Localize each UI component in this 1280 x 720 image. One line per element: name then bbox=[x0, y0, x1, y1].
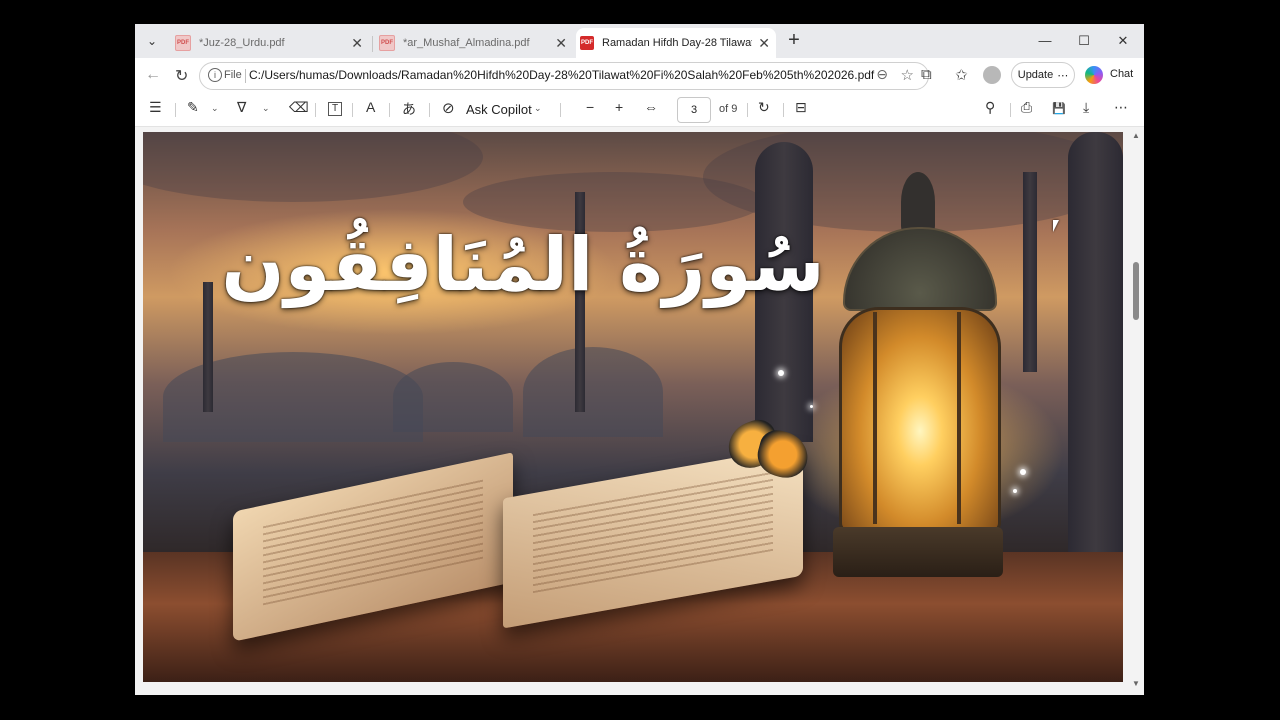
toolbar-divider bbox=[1010, 103, 1011, 117]
maximize-button[interactable]: ☐ bbox=[1069, 30, 1099, 52]
more-icon: ⋯ bbox=[1057, 69, 1069, 82]
sparkle bbox=[810, 405, 813, 408]
scroll-down-arrow-icon[interactable]: ▼ bbox=[1132, 679, 1140, 688]
toolbar-divider bbox=[389, 103, 390, 117]
zoom-icon[interactable]: ⊖ bbox=[876, 66, 888, 83]
refresh-icon[interactable]: ↻ bbox=[175, 66, 188, 86]
page-text-lines bbox=[263, 478, 483, 606]
cloud-shape bbox=[143, 132, 483, 202]
page-number-input[interactable]: 3 bbox=[677, 97, 711, 123]
tab-title: *ar_Mushaf_Almadina.pdf bbox=[403, 37, 530, 49]
browser-window: ⌄ PDF *Juz-28_Urdu.pdf ✕ PDF *ar_Mushaf_… bbox=[135, 24, 1144, 695]
tab-actions-menu-button[interactable]: ⌄ bbox=[139, 29, 165, 53]
lantern-glass bbox=[839, 307, 1001, 533]
url-text[interactable]: C:/Users/humas/Downloads/Ramadan%20Hifdh… bbox=[249, 68, 874, 82]
print-icon[interactable]: ⎙ bbox=[1021, 99, 1032, 116]
extensions-icon[interactable]: ⧉ bbox=[921, 66, 932, 83]
sparkle bbox=[1013, 489, 1017, 493]
new-tab-button[interactable]: + bbox=[783, 30, 805, 52]
address-divider bbox=[245, 69, 246, 83]
toolbar-divider bbox=[352, 103, 353, 117]
tab-ramadan-hifdh[interactable]: PDF Ramadan Hifdh Day-28 Tilawat Fi ✕ bbox=[576, 28, 776, 58]
sparkle bbox=[778, 370, 784, 376]
copilot-icon[interactable]: ⊘ bbox=[442, 99, 455, 117]
page-total: of 9 bbox=[719, 103, 738, 115]
tab-close-icon[interactable]: ✕ bbox=[555, 35, 567, 52]
save-as-icon[interactable]: ⤓ bbox=[1083, 99, 1089, 116]
add-text-icon[interactable]: T bbox=[328, 102, 342, 116]
lantern-bar bbox=[873, 312, 877, 524]
pdf-file-icon: PDF bbox=[580, 36, 594, 50]
vertical-scrollbar[interactable]: ▲ ▼ bbox=[1127, 127, 1144, 695]
back-arrow-icon[interactable]: ← bbox=[145, 66, 161, 84]
draw-icon[interactable]: ∇ bbox=[237, 99, 246, 116]
highlight-icon[interactable]: ✎ bbox=[187, 99, 199, 116]
toolbar-divider bbox=[315, 103, 316, 117]
toolbar-divider bbox=[560, 103, 561, 117]
more-options-icon[interactable]: ⋯ bbox=[1114, 99, 1128, 116]
rotate-icon[interactable]: ↻ bbox=[758, 99, 770, 116]
mosque-dome bbox=[523, 347, 663, 437]
pdf-file-icon: PDF bbox=[379, 35, 395, 51]
favorites-icon[interactable]: ✩ bbox=[955, 66, 968, 84]
save-icon[interactable]: 💾 bbox=[1052, 102, 1066, 115]
minimize-button[interactable]: — bbox=[1030, 30, 1060, 52]
minaret-silhouette bbox=[1068, 132, 1123, 552]
tab-ar-mushaf[interactable]: PDF *ar_Mushaf_Almadina.pdf ✕ bbox=[375, 28, 573, 58]
search-icon[interactable]: ⚲ bbox=[985, 99, 995, 116]
scroll-up-arrow-icon[interactable]: ▲ bbox=[1132, 131, 1140, 140]
copilot-logo-icon[interactable] bbox=[1085, 66, 1103, 84]
tab-divider bbox=[372, 36, 373, 52]
mosque-dome bbox=[163, 352, 423, 442]
lantern-base bbox=[833, 527, 1003, 577]
file-scheme-label: File bbox=[224, 69, 242, 81]
lantern-bar bbox=[957, 312, 961, 524]
ask-copilot-button[interactable]: Ask Copilot bbox=[466, 102, 532, 117]
close-window-button[interactable]: ✕ bbox=[1108, 30, 1138, 52]
zoom-out-icon[interactable]: − bbox=[586, 99, 594, 115]
tab-close-icon[interactable]: ✕ bbox=[351, 35, 363, 52]
lantern-top bbox=[901, 172, 935, 232]
sparkle bbox=[1020, 469, 1026, 475]
pdf-page-image: سُورَةُ المُنَافِقُون bbox=[143, 132, 1123, 682]
chevron-down-icon[interactable]: ⌄ bbox=[211, 103, 219, 114]
chevron-down-icon[interactable]: ⌄ bbox=[262, 103, 270, 114]
toolbar-divider bbox=[747, 103, 748, 117]
chat-label[interactable]: Chat bbox=[1110, 68, 1133, 80]
book-left-page bbox=[233, 452, 513, 642]
fit-to-page-icon[interactable]: ⇔ bbox=[644, 99, 658, 115]
update-label: Update bbox=[1017, 69, 1054, 81]
minaret-silhouette bbox=[1023, 172, 1037, 372]
tab-bar: ⌄ PDF *Juz-28_Urdu.pdf ✕ PDF *ar_Mushaf_… bbox=[135, 24, 1144, 58]
surah-title: سُورَةُ المُنَافِقُون bbox=[221, 222, 825, 308]
address-bar[interactable]: i File C:/Users/humas/Downloads/Ramadan%… bbox=[199, 62, 929, 90]
zoom-in-icon[interactable]: + bbox=[615, 99, 623, 115]
read-aloud-icon[interactable]: A bbox=[366, 99, 375, 115]
toolbar-divider bbox=[175, 103, 176, 117]
tab-title: Ramadan Hifdh Day-28 Tilawat Fi bbox=[602, 37, 752, 49]
pdf-viewer[interactable]: سُورَةُ المُنَافِقُون ▲ ▼ bbox=[135, 127, 1144, 695]
toolbar-divider bbox=[429, 103, 430, 117]
profile-avatar[interactable] bbox=[983, 66, 1001, 84]
pdf-file-icon: PDF bbox=[175, 35, 191, 51]
table-of-contents-icon[interactable]: ☰ bbox=[149, 99, 162, 116]
page-view-icon[interactable]: ⊟ bbox=[795, 99, 807, 116]
mouse-cursor bbox=[1053, 220, 1063, 232]
eraser-icon[interactable]: ⌫ bbox=[289, 99, 309, 116]
tab-juz28-urdu[interactable]: PDF *Juz-28_Urdu.pdf ✕ bbox=[171, 28, 369, 58]
pdf-toolbar: ☰ ✎ ⌄ ∇ ⌄ ⌫ T A あ ⊘ Ask Copilot ⌄ − + ⇔ … bbox=[135, 92, 1144, 127]
address-bar-row: ← ↻ i File C:/Users/humas/Downloads/Rama… bbox=[135, 58, 1144, 92]
favorite-star-icon[interactable]: ☆ bbox=[901, 66, 914, 84]
mosque-dome bbox=[393, 362, 513, 432]
info-icon[interactable]: i bbox=[208, 68, 222, 82]
butterfly bbox=[721, 414, 818, 502]
update-button[interactable]: Update ⋯ bbox=[1011, 62, 1075, 88]
chevron-down-icon[interactable]: ⌄ bbox=[534, 103, 542, 114]
scrollbar-thumb[interactable] bbox=[1133, 262, 1139, 320]
tab-title: *Juz-28_Urdu.pdf bbox=[199, 37, 285, 49]
translate-icon[interactable]: あ bbox=[402, 99, 416, 119]
toolbar-divider bbox=[783, 103, 784, 117]
tab-close-icon[interactable]: ✕ bbox=[758, 35, 770, 52]
open-quran-book bbox=[233, 445, 803, 642]
